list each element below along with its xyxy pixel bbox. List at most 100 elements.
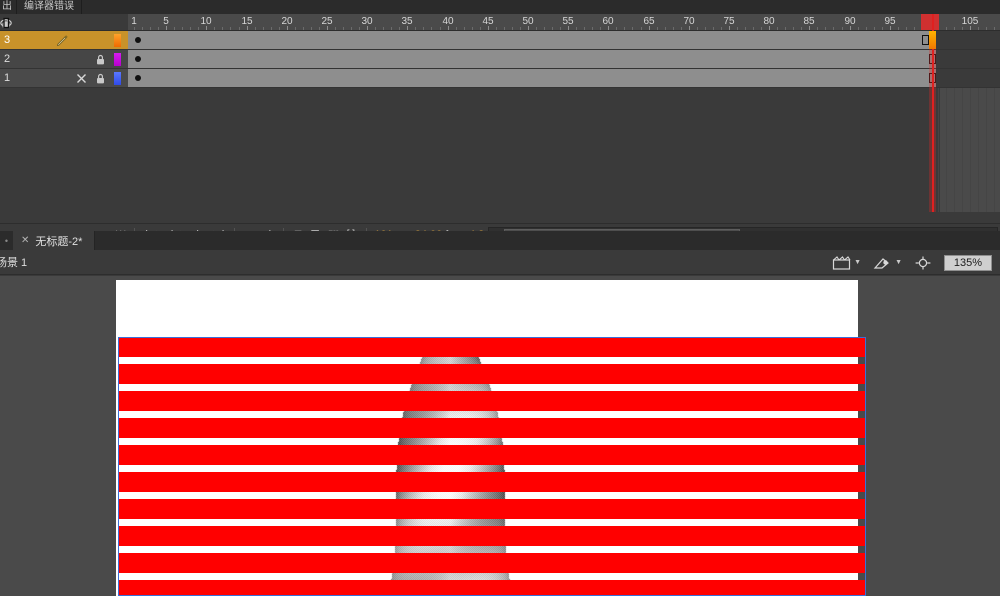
red-stripe[interactable]: [118, 418, 866, 438]
ruler-tick: [303, 27, 304, 30]
ruler-tick: [713, 27, 714, 30]
frame-row[interactable]: [128, 69, 1000, 88]
red-stripe[interactable]: [118, 526, 866, 546]
ruler-tick: [761, 27, 762, 30]
end-frame-marker[interactable]: [921, 35, 929, 45]
red-stripe[interactable]: [118, 364, 866, 384]
ruler-label: 1: [131, 16, 137, 27]
close-icon[interactable]: ✕: [21, 235, 29, 246]
ruler-tick: [552, 27, 553, 30]
frame-rows[interactable]: [128, 31, 1000, 212]
ruler-tick: [230, 27, 231, 30]
layer-visibility-toggle[interactable]: [75, 53, 88, 66]
layer-lock-toggle[interactable]: [94, 34, 107, 47]
panel-menu-icon[interactable]: •: [0, 231, 13, 250]
keyframe-marker[interactable]: [135, 75, 141, 81]
ruler-tick: [383, 27, 384, 30]
ruler-tick: [150, 27, 151, 30]
ruler-tick: [158, 27, 159, 30]
ruler-tick: [335, 27, 336, 30]
ruler-label: 35: [401, 16, 413, 27]
layer-outline-color-swatch[interactable]: [114, 72, 121, 85]
ruler-tick: [994, 27, 995, 30]
layer-lock-toggle[interactable]: [94, 72, 107, 85]
scene-breadcrumb[interactable]: 场景 1: [0, 254, 27, 270]
ruler-label: 60: [602, 16, 614, 27]
layer-row-2[interactable]: 2: [0, 50, 128, 69]
flash-authoring-window: 出 编译器错误 3 2 1 1 5 10 15 20 25 30 35 40 4…: [0, 0, 1000, 596]
frame-row[interactable]: [128, 31, 1000, 50]
edit-bar-controls: ▼ ▼ 135%: [832, 250, 992, 275]
ruler-tick: [777, 27, 778, 30]
ruler-tick: [785, 27, 786, 30]
layer-outline-color-swatch[interactable]: [114, 34, 121, 47]
selected-striped-artwork[interactable]: [118, 337, 866, 596]
ruler-label: 25: [321, 16, 333, 27]
edit-symbols-icon[interactable]: ▼: [873, 255, 902, 271]
ruler-tick: [415, 27, 416, 30]
ruler-label: 50: [522, 16, 534, 27]
document-tab-untitled-2[interactable]: ✕ 无标题-2*: [13, 231, 96, 250]
layer-row-3[interactable]: 3: [0, 31, 128, 50]
chevron-down-icon[interactable]: ▼: [895, 259, 902, 266]
layer-row-1[interactable]: 1: [0, 69, 128, 88]
ruler-tick: [440, 27, 441, 30]
ruler-label: 15: [241, 16, 253, 27]
frame-span[interactable]: [128, 50, 936, 68]
layer-panel: 3 2 1: [0, 14, 128, 212]
layer-name: 2: [4, 53, 11, 65]
pencil-icon: [55, 34, 69, 48]
red-stripe[interactable]: [118, 580, 866, 596]
keyframe-marker[interactable]: [135, 56, 141, 62]
layer-lock-toggle[interactable]: [94, 53, 107, 66]
playhead-handle[interactable]: [928, 31, 936, 49]
ruler-tick: [874, 27, 875, 30]
ruler-label: 85: [803, 16, 815, 27]
edit-scene-icon[interactable]: ▼: [832, 255, 861, 271]
panel-tab-output[interactable]: 出: [0, 0, 17, 14]
chevron-down-icon[interactable]: ▼: [854, 259, 861, 266]
ruler-tick: [239, 27, 240, 30]
ruler-label: 55: [562, 16, 574, 27]
ruler-tick: [817, 27, 818, 30]
keyframe-marker[interactable]: [135, 37, 141, 43]
timeline-panel: 3 2 1 1 5 10 15 20 25 30 35 40 45 50 55 …: [0, 14, 1000, 245]
layer-visibility-toggle[interactable]: [75, 72, 88, 85]
ruler-tick: [279, 27, 280, 30]
ruler-tick: [472, 27, 473, 30]
frame-span[interactable]: [128, 31, 936, 49]
layer-visibility-toggle[interactable]: [75, 34, 88, 47]
red-stripe[interactable]: [118, 499, 866, 519]
frames-area: 1 5 10 15 20 25 30 35 40 45 50 55 60 65 70 75 80 85 90 95 10…: [128, 14, 1000, 212]
ruler-tick: [745, 27, 746, 30]
ruler-label: 5: [163, 16, 169, 27]
red-stripe[interactable]: [118, 445, 866, 465]
ruler-tick: [681, 27, 682, 30]
frame-row[interactable]: [128, 50, 1000, 69]
ruler-tick: [906, 27, 907, 30]
ruler-tick: [464, 27, 465, 30]
ruler-tick: [222, 27, 223, 30]
red-stripe[interactable]: [118, 391, 866, 411]
panel-tab-compiler-errors[interactable]: 编译器错误: [17, 0, 82, 14]
ruler-tick: [842, 27, 843, 30]
red-stripe[interactable]: [118, 472, 866, 492]
layer-outline-color-swatch[interactable]: [114, 53, 121, 66]
ruler-tick: [632, 27, 633, 30]
ruler-tick: [584, 27, 585, 30]
ruler-tick: [480, 27, 481, 30]
ruler-tick: [271, 27, 272, 30]
ruler-tick: [898, 27, 899, 30]
zoom-level-field[interactable]: 135%: [944, 254, 992, 271]
timeline-ruler[interactable]: 1 5 10 15 20 25 30 35 40 45 50 55 60 65 70 75 80 85 90 95 10…: [128, 14, 1000, 31]
frame-span[interactable]: [128, 69, 936, 87]
red-stripe[interactable]: [118, 553, 866, 573]
document-tab-bar: • ✕ 无标题-2*: [0, 231, 1000, 250]
red-stripe[interactable]: [118, 337, 866, 357]
stage-area[interactable]: [0, 276, 1000, 596]
ruler-tick: [592, 27, 593, 30]
ruler-tick: [753, 27, 754, 30]
center-stage-icon[interactable]: [914, 255, 932, 271]
ruler-tick: [801, 27, 802, 30]
outline-square-icon[interactable]: [0, 17, 12, 29]
